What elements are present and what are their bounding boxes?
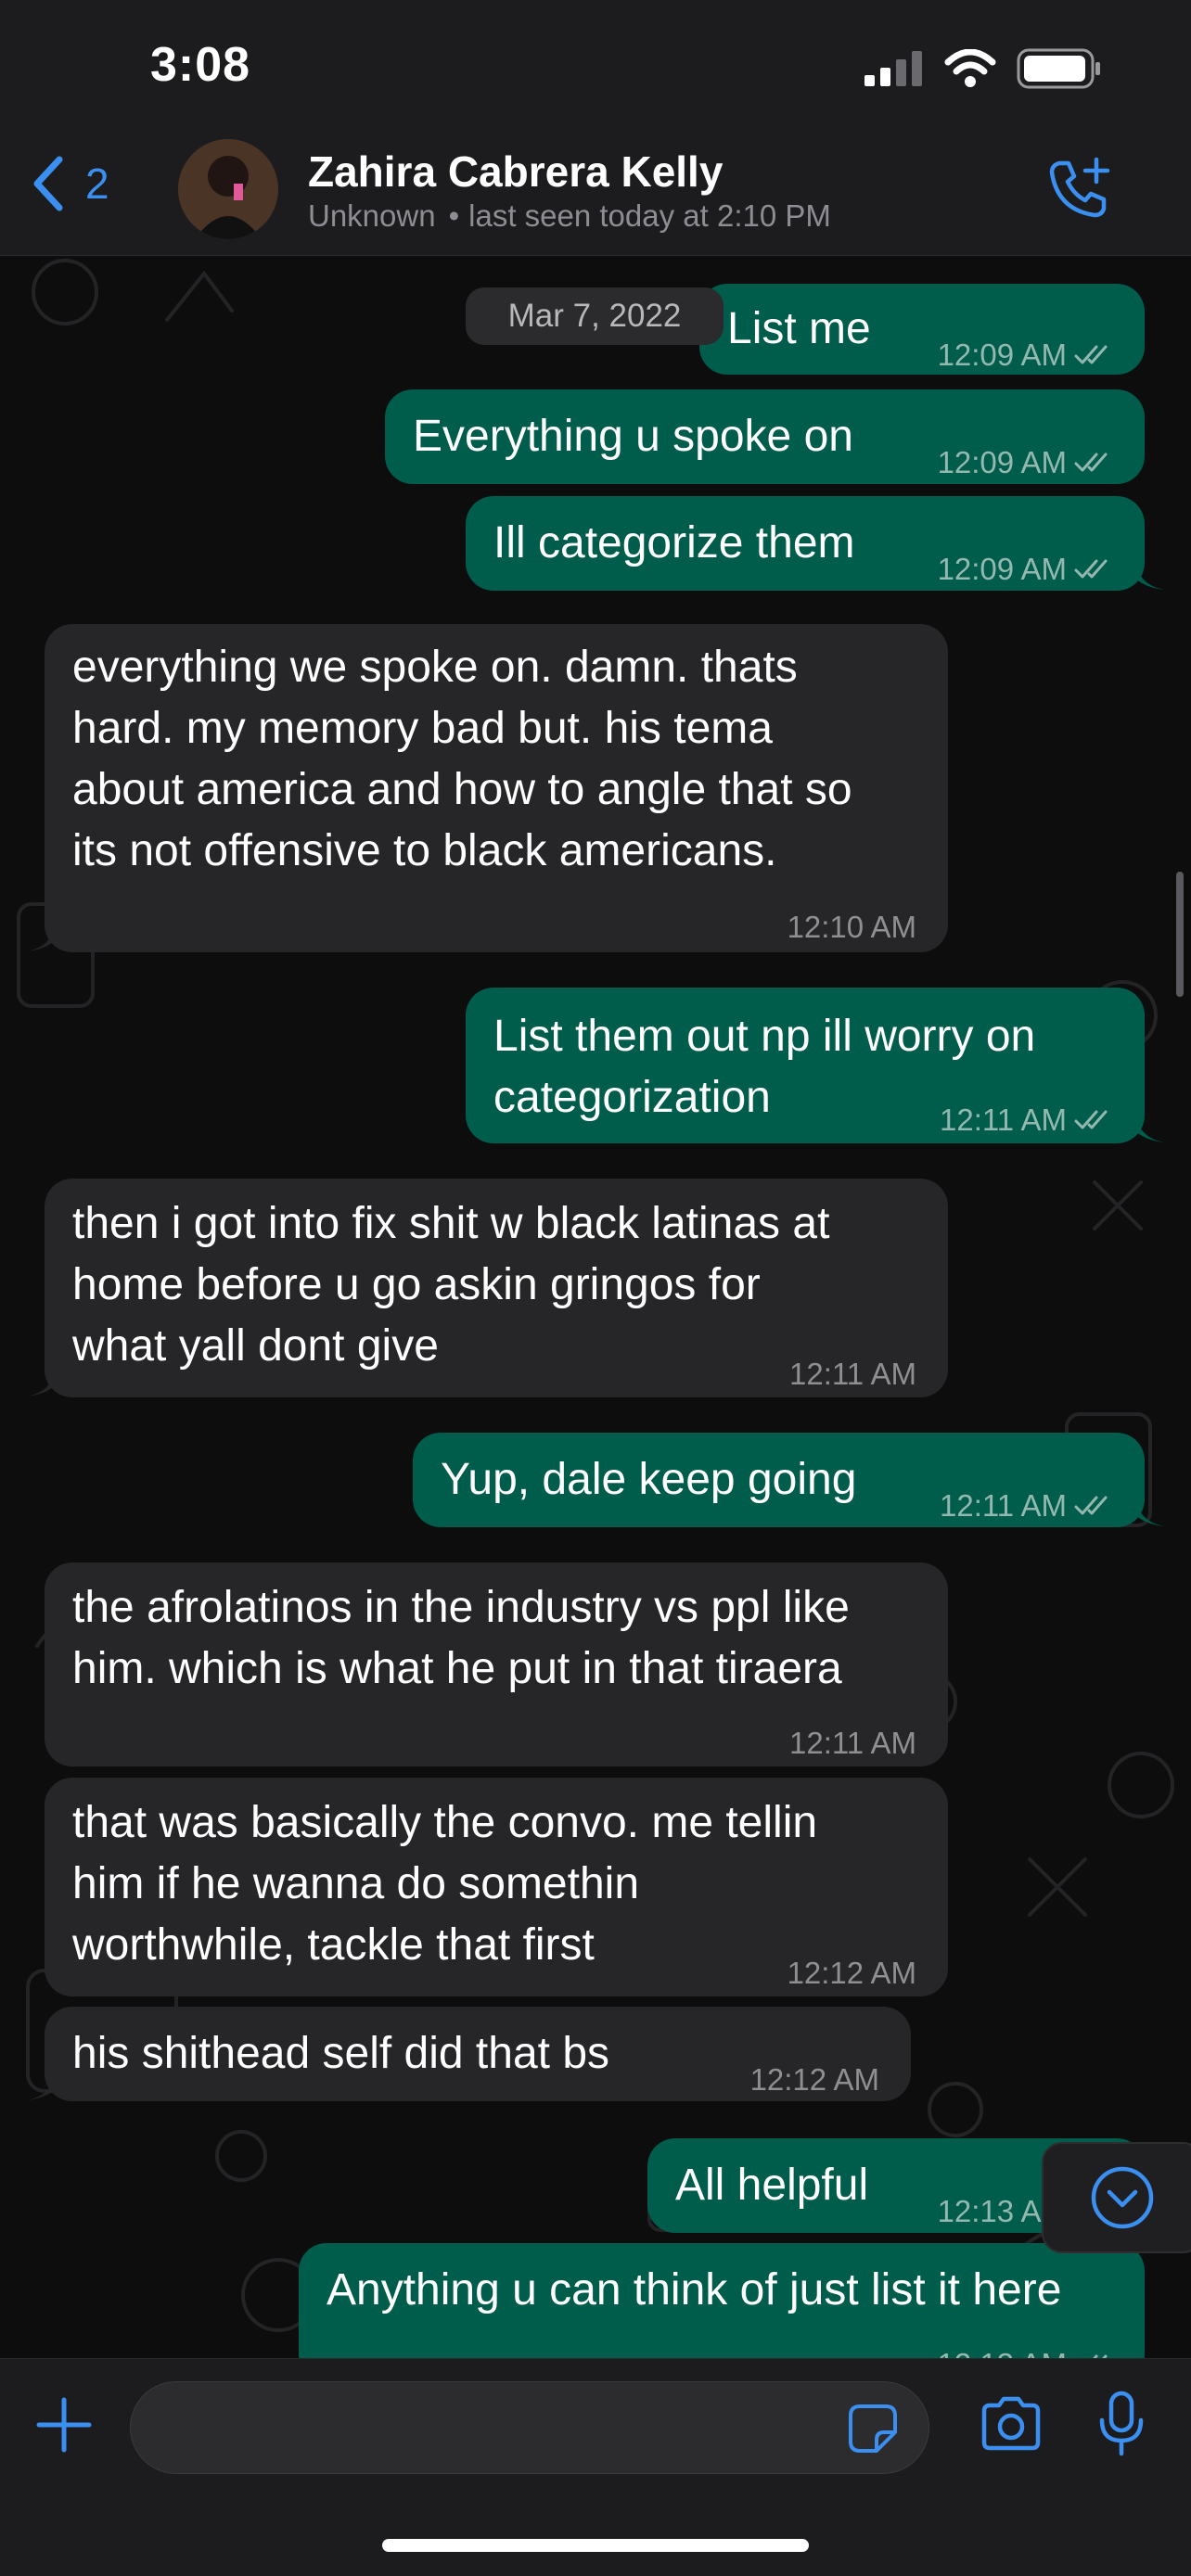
- message-incoming[interactable]: the afrolatinos in the industry vs ppl l…: [45, 1562, 948, 1766]
- chat-header: 3:08 2 Zahira Cabrera Kelly Unknown • la…: [0, 0, 1191, 256]
- message-outgoing[interactable]: List them out np ill worry on categoriza…: [466, 988, 1145, 1143]
- message-meta: 12:10 AM: [788, 897, 916, 958]
- bubble-tail: [26, 2069, 58, 2100]
- double-check-icon: [1074, 345, 1108, 364]
- message-meta: 12:11 AM: [940, 1475, 1115, 1537]
- signal-icon: [864, 51, 922, 86]
- wifi-icon: [944, 49, 996, 87]
- contact-avatar[interactable]: [178, 139, 278, 239]
- message-outgoing[interactable]: Everything u spoke on 12:09 AM: [385, 389, 1145, 484]
- message-time: 12:12 AM: [749, 2062, 879, 2097]
- plus-icon: [36, 2397, 92, 2453]
- message-incoming[interactable]: that was basically the convo. me tellin …: [45, 1778, 948, 1996]
- date-separator: Mar 7, 2022: [466, 287, 724, 345]
- message-text: Ill categorize them: [493, 518, 855, 567]
- unread-chats-count: 2: [85, 159, 109, 208]
- microphone-icon: [1099, 2391, 1144, 2456]
- message-time: 12:11 AM: [940, 1103, 1067, 1137]
- message-incoming[interactable]: everything we spoke on. damn. thats hard…: [45, 624, 948, 952]
- status-bar-time: 3:08: [150, 38, 251, 92]
- message-outgoing[interactable]: Yup, dale keep going 12:11 AM: [413, 1433, 1145, 1527]
- contact-subtitle: Unknown • last seen today at 2:10 PM: [308, 198, 831, 234]
- message-meta: 12:11 AM: [789, 1713, 916, 1774]
- message-text: Yup, dale keep going: [441, 1455, 857, 1504]
- contact-name[interactable]: Zahira Cabrera Kelly: [308, 147, 723, 197]
- bubble-tail: [1133, 558, 1165, 590]
- message-text: then i got into fix shit w black latinas…: [72, 1199, 830, 1371]
- message-time: 12:11 AM: [940, 1488, 1067, 1523]
- phone-plus-icon: [1049, 157, 1110, 218]
- bubble-tail: [1133, 1111, 1165, 1142]
- message-outgoing[interactable]: Ill categorize them 12:09 AM: [466, 496, 1145, 591]
- separator-dot: •: [448, 198, 460, 233]
- double-check-icon: [1074, 1496, 1108, 1515]
- last-seen: last seen today at 2:10 PM: [468, 198, 831, 233]
- sticker-button[interactable]: [847, 2403, 899, 2459]
- message-time: 12:12 AM: [787, 1956, 916, 1990]
- message-time: 12:09 AM: [937, 445, 1067, 479]
- voice-message-button[interactable]: [1097, 2391, 1146, 2462]
- message-time: 12:09 AM: [937, 338, 1067, 372]
- double-check-icon: [1074, 1110, 1108, 1129]
- scroll-to-bottom-button[interactable]: [1042, 2142, 1191, 2253]
- scroll-indicator[interactable]: [1176, 872, 1184, 997]
- message-text: his shithead self did that bs: [72, 2029, 610, 2078]
- bubble-tail: [26, 1365, 58, 1396]
- message-incoming[interactable]: his shithead self did that bs 12:12 AM: [45, 2007, 911, 2101]
- camera-icon: [981, 2396, 1041, 2451]
- message-meta: 12:09 AM: [938, 432, 1115, 493]
- message-text: Everything u spoke on: [413, 412, 853, 461]
- bubble-tail: [26, 920, 58, 951]
- message-text: All helpful: [675, 2161, 869, 2210]
- contact-label: Unknown: [308, 198, 436, 233]
- message-meta: 12:11 AM: [789, 1344, 916, 1405]
- battery-icon: [1017, 48, 1100, 89]
- message-incoming[interactable]: then i got into fix shit w black latinas…: [45, 1179, 948, 1397]
- message-meta: 12:09 AM: [938, 539, 1115, 600]
- chat-screen: 3:08 2 Zahira Cabrera Kelly Unknown • la…: [0, 0, 1191, 2576]
- home-indicator[interactable]: [382, 2539, 809, 2552]
- message-time: 12:10 AM: [787, 910, 916, 944]
- avatar-image: [178, 139, 278, 239]
- status-bar-icons: [864, 48, 1102, 89]
- chevron-down-circle-icon: [1091, 2166, 1154, 2229]
- chevron-left-icon: [33, 156, 63, 211]
- double-check-icon: [1074, 559, 1108, 579]
- message-text: everything we spoke on. damn. thats hard…: [72, 643, 852, 875]
- sticker-icon: [849, 2404, 897, 2453]
- message-text: the afrolatinos in the industry vs ppl l…: [72, 1583, 850, 1693]
- message-text: that was basically the convo. me tellin …: [72, 1798, 818, 1970]
- message-meta: 12:09 AM: [938, 325, 1115, 386]
- message-text: List me: [727, 304, 871, 353]
- message-meta: 12:12 AM: [750, 2049, 879, 2111]
- double-check-icon: [1074, 453, 1108, 472]
- message-input[interactable]: [130, 2381, 929, 2474]
- message-meta: 12:12 AM: [788, 1943, 916, 2004]
- bubble-tail: [1133, 1495, 1165, 1526]
- attach-button[interactable]: [35, 2396, 93, 2458]
- message-time: 12:11 AM: [789, 1357, 916, 1391]
- message-time: 12:09 AM: [937, 552, 1067, 586]
- back-button[interactable]: 2: [32, 156, 109, 211]
- camera-button[interactable]: [979, 2396, 1044, 2458]
- message-time: 12:11 AM: [789, 1726, 916, 1760]
- message-text: Anything u can think of just list it her…: [327, 2265, 1062, 2315]
- message-meta: 12:11 AM: [940, 1090, 1115, 1151]
- add-call-button[interactable]: [1046, 156, 1111, 225]
- message-outgoing[interactable]: List me 12:09 AM: [699, 284, 1145, 375]
